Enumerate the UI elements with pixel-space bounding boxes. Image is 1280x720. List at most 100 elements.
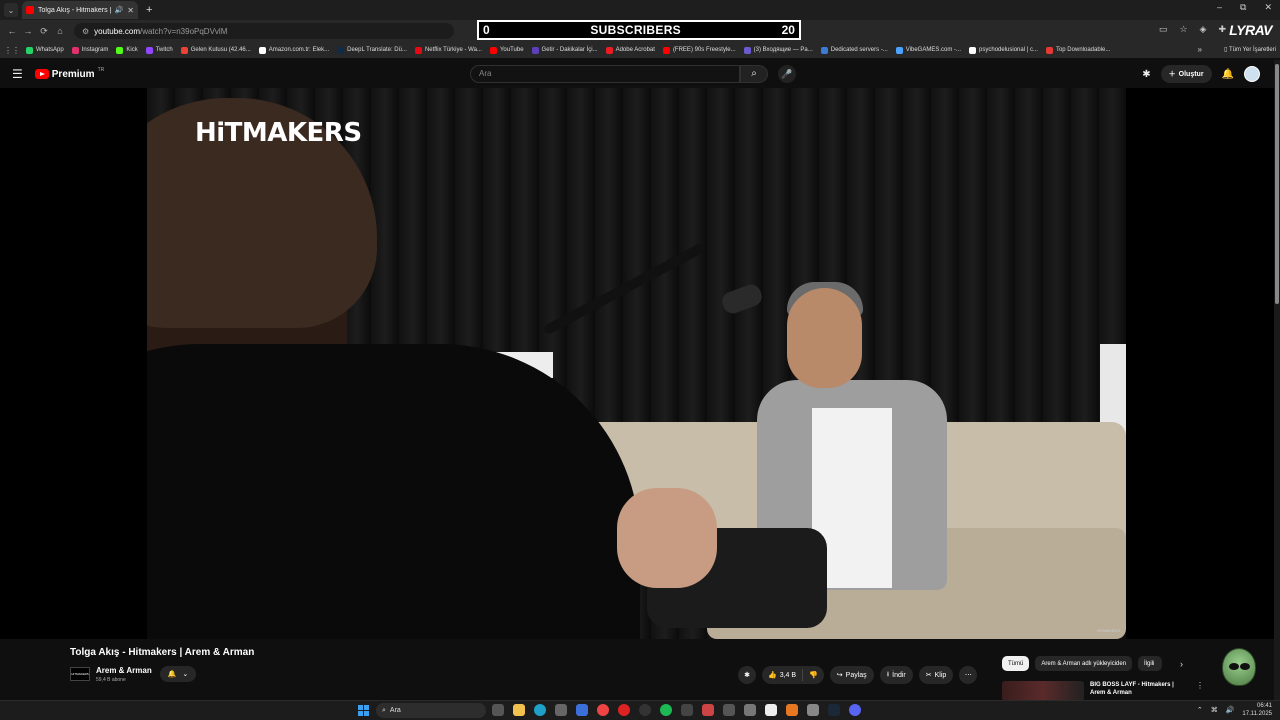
page-scrollbar[interactable] (1274, 60, 1280, 700)
more-vert-icon[interactable]: ⋮ (1196, 681, 1204, 690)
store-icon[interactable] (576, 704, 588, 716)
task-view-icon[interactable] (492, 704, 504, 716)
app-icon-7[interactable] (786, 704, 798, 716)
back-icon[interactable]: ← (4, 26, 20, 36)
bookmark-item[interactable]: WhatsApp (26, 46, 64, 54)
like-button[interactable]: 👍 3,4 B (762, 669, 804, 681)
more-actions-icon[interactable]: ⋯ (959, 666, 978, 684)
app-icon-6[interactable] (765, 704, 777, 716)
recommended-title[interactable]: BIG BOSS LAYF - Hitmakers | Arem & Arman (1090, 681, 1190, 697)
recommended-video[interactable]: BIG BOSS LAYF - Hitmakers | Arem & Arman… (1002, 681, 1204, 701)
bookmark-item[interactable]: Netflix Türkiye - Wa... (414, 46, 482, 54)
minimize-icon[interactable]: – (1217, 2, 1222, 13)
clip-button[interactable]: ✂ Klip (918, 666, 954, 684)
app-icon[interactable] (555, 704, 567, 716)
apps-grid-icon[interactable]: ⋮⋮ (4, 46, 20, 55)
windows-start-icon[interactable] (358, 705, 369, 716)
search-input[interactable]: Ara (470, 65, 740, 83)
bookmark-item[interactable]: Twitch (145, 46, 173, 54)
bookmark-item[interactable]: Instagram (71, 46, 108, 54)
taskbar-search-input[interactable]: ⌕ Ara (376, 703, 486, 718)
speaker-icon[interactable]: 🔊 (115, 6, 124, 14)
volume-icon[interactable]: 🔊 (1226, 706, 1235, 714)
extension-icon[interactable]: ◈ (1200, 24, 1207, 35)
forward-icon[interactable]: → (20, 26, 36, 36)
chevron-up-icon[interactable]: ⌃ (1197, 706, 1203, 714)
share-icon: ↪ (836, 672, 843, 679)
create-button[interactable]: ＋ Oluştur (1160, 65, 1212, 83)
active-tab[interactable]: Tolga Akış - Hitmakers | Ar 🔊 ✕ (22, 1, 138, 19)
bookmark-item[interactable]: (FREE) 90s Freestyle... (662, 46, 736, 54)
bookmark-item[interactable]: Dedicated servers -... (820, 46, 888, 54)
spotify-icon[interactable] (660, 704, 672, 716)
steam-icon[interactable] (828, 704, 840, 716)
scroll-thumb[interactable] (1275, 64, 1279, 304)
clock-date: 17.11.2025 (1242, 711, 1272, 717)
app-icon-2[interactable] (681, 704, 693, 716)
star-icon[interactable]: ☆ (1179, 24, 1187, 35)
bookmarks-overflow-icon[interactable]: » (1198, 45, 1202, 54)
app-icon-4[interactable] (723, 704, 735, 716)
file-explorer-icon[interactable] (513, 704, 525, 716)
chevron-right-icon[interactable]: › (1180, 659, 1183, 669)
network-icon[interactable]: ⌘ (1211, 706, 1218, 714)
obs-icon[interactable] (639, 704, 651, 716)
download-button[interactable]: ⭳ İndir (879, 666, 913, 684)
app-icon-8[interactable] (807, 704, 819, 716)
bookmark-item[interactable]: psychodelusional | c... (969, 46, 1038, 54)
chip-from-uploader[interactable]: Arem & Arman adlı yükleyiciden (1035, 656, 1133, 671)
bookmark-favicon-icon (180, 46, 188, 54)
channel-avatar[interactable]: HITMAKERS (70, 667, 90, 681)
reload-icon[interactable]: ⟳ (36, 26, 52, 37)
search-icon[interactable]: ⌕ (740, 65, 768, 83)
notifications-bell-icon[interactable]: 🔔 (1222, 69, 1234, 80)
puzzle-icon[interactable]: ✚ (1218, 24, 1226, 35)
bookmark-item[interactable]: VibeGAMES.com -... (895, 46, 961, 54)
chip-related[interactable]: İlgili (1138, 656, 1163, 671)
bookmark-item[interactable]: Kick (116, 46, 138, 54)
restore-icon[interactable]: ⧉ (1240, 2, 1246, 13)
download-label: İndir (892, 671, 906, 679)
sparkle-icon[interactable]: ✱ (738, 666, 756, 684)
clock[interactable]: 06:41 17.11.2025 (1242, 702, 1272, 718)
bookmark-item[interactable]: (3) Входящие — Pa... (743, 46, 813, 54)
bookmark-item[interactable]: YouTube (489, 46, 524, 54)
url-input[interactable]: ⚙ youtube.com/watch?v=n39oPqDVvlM (74, 23, 454, 39)
chrome-icon[interactable] (597, 704, 609, 716)
home-icon[interactable]: ⌂ (52, 26, 68, 36)
app-icon-3[interactable] (702, 704, 714, 716)
microphone-icon[interactable]: 🎤 (778, 65, 796, 83)
share-button[interactable]: ↪ Paylaş (829, 666, 874, 684)
youtube-premium-logo[interactable]: Premium TR (34, 67, 104, 80)
all-bookmarks-link[interactable]: ▯ Tüm Yer İşaretleri (1224, 46, 1276, 53)
tab-close-icon[interactable]: ✕ (127, 6, 134, 15)
chip-all[interactable]: Tümü (1002, 656, 1030, 671)
subscriber-label: SUBSCRIBERS (590, 23, 681, 37)
tab-search-button[interactable]: ⌄ (4, 3, 18, 17)
menu-icon[interactable]: ☰ (12, 67, 23, 81)
app-icon-5[interactable] (744, 704, 756, 716)
avatar[interactable] (1244, 66, 1260, 82)
bookmark-item[interactable]: DeepL Translate: Dü... (337, 46, 407, 54)
bookmark-item[interactable]: Getir - Dakikalar İçi... (531, 46, 598, 54)
new-tab-button[interactable]: + (146, 4, 152, 16)
bookmark-item[interactable]: Gelen Kutusu (42.46... (180, 46, 251, 54)
edge-icon[interactable] (534, 704, 546, 716)
discord-icon[interactable] (849, 704, 861, 716)
site-info-icon[interactable]: ⚙ (82, 27, 89, 36)
cast-icon[interactable]: ▭ (1159, 24, 1168, 35)
bookmark-item[interactable]: Top Downloadable... (1045, 46, 1110, 54)
thumbs-down-icon[interactable]: 👎 (803, 671, 824, 679)
recommended-thumbnail[interactable] (1002, 681, 1084, 701)
channel-name[interactable]: Arem & Arman (96, 666, 152, 675)
video-player[interactable]: HiTMAKERS HITMAKERS (0, 88, 1274, 639)
search-icon: ⌕ (382, 706, 386, 714)
opera-icon[interactable] (618, 704, 630, 716)
bookmark-favicon-icon (71, 46, 79, 54)
close-window-icon[interactable]: ✕ (1264, 2, 1272, 13)
bookmark-item[interactable]: Amazon.com.tr: Elek... (258, 46, 329, 54)
gear-icon[interactable]: ✱ (1142, 69, 1150, 80)
bookmark-item[interactable]: Adobe Acrobat (605, 46, 655, 54)
subscription-bell-button[interactable]: 🔔 ⌄ (160, 666, 196, 682)
tab-title: Tolga Akış - Hitmakers | Ar (38, 6, 111, 14)
